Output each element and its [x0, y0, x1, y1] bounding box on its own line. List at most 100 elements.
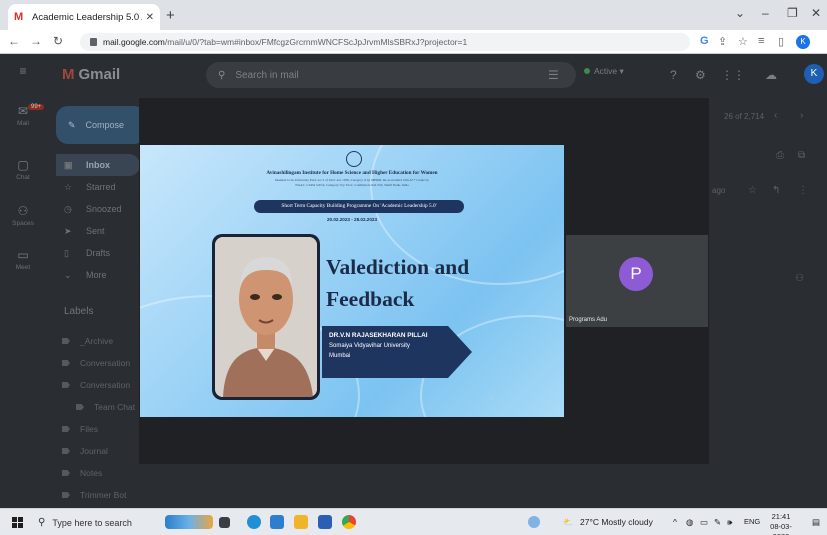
edge-browser-icon[interactable]	[247, 515, 261, 529]
prev-page-icon[interactable]: ‹	[774, 110, 777, 121]
mail-app-icon[interactable]	[270, 515, 284, 529]
network-icon[interactable]: ◍	[686, 517, 693, 528]
star-message-icon[interactable]: ☆	[748, 185, 757, 196]
new-tab-button[interactable]: +	[166, 7, 175, 24]
label-item[interactable]: Journal	[62, 440, 142, 462]
rail-meet-label: Meet	[15, 264, 31, 271]
slide-title-line1: Valediction and	[326, 255, 470, 279]
label-item[interactable]: Notes	[62, 462, 142, 484]
reply-icon[interactable]: ↰	[772, 185, 780, 196]
word-app-icon[interactable]	[318, 515, 332, 529]
more-options-icon[interactable]: ⋮	[798, 185, 808, 196]
slide-title-line2: Feedback	[326, 287, 415, 311]
side-panel-icon[interactable]: ▯	[778, 35, 784, 48]
unread-badge: 99+	[28, 104, 45, 110]
news-widget-icon[interactable]	[165, 515, 213, 529]
pen-icon[interactable]: ✎	[714, 517, 721, 528]
file-explorer-icon[interactable]	[294, 515, 308, 529]
draft-icon: ▯	[64, 247, 69, 258]
show-hidden-icons-icon[interactable]: ^	[673, 517, 677, 527]
url-path: /mail/u/0/?tab=wm#inbox/FMfcgzGrcrnmWNCF…	[164, 37, 468, 47]
pagination: 26 of 2,714	[724, 112, 765, 121]
task-view-icon[interactable]	[219, 517, 230, 528]
pencil-icon: ✎	[68, 119, 76, 130]
share-icon[interactable]: ⇪	[718, 35, 727, 48]
google-icon[interactable]: G	[700, 35, 709, 47]
tab-search-icon[interactable]: ⌄	[735, 6, 745, 20]
chrome-app-icon[interactable]	[342, 515, 356, 529]
nav-snoozed[interactable]: ◷ Snoozed	[56, 198, 140, 220]
status-dot-icon	[584, 68, 590, 74]
clock[interactable]: 21:41 08-03-2023	[763, 512, 799, 535]
apps-grid-icon[interactable]: ⋮⋮	[721, 68, 745, 82]
speaker-name: DR.V.N RAJASEKHARAN PILLAI	[329, 332, 428, 339]
bookmark-star-icon[interactable]: ☆	[738, 35, 748, 48]
nav-inbox[interactable]: ▣ Inbox	[56, 154, 140, 176]
compose-button[interactable]: ✎ Compose	[56, 106, 146, 144]
reload-icon[interactable]: ↻	[53, 34, 63, 48]
rail-meet[interactable]: ▭ Meet	[0, 248, 46, 271]
url-field[interactable]: mail.google.com /mail/u/0/?tab=wm#inbox/…	[80, 33, 690, 51]
nav-sent[interactable]: ➤ Sent	[56, 220, 140, 242]
label-item[interactable]: Conversation	[62, 374, 142, 396]
language-indicator[interactable]: ENG	[744, 517, 760, 526]
weather-text[interactable]: 27°C Mostly cloudy	[580, 517, 653, 527]
chrome-profile-avatar[interactable]: K	[796, 35, 810, 49]
battery-icon[interactable]: ▭	[700, 517, 708, 528]
copilot-icon[interactable]	[528, 516, 540, 528]
taskbar-search[interactable]: ⚲ Type here to search	[38, 512, 154, 533]
label-item[interactable]: Team Chat	[62, 396, 142, 418]
gmail-nav: ▣ Inbox ☆ Starred ◷ Snoozed ➤ Sent ▯ Drafts ⌄…	[56, 154, 140, 286]
search-icon: ⚲	[218, 69, 226, 81]
browser-tab[interactable]: M Academic Leadership 5.0 Attend ✕	[8, 4, 160, 30]
open-new-window-icon[interactable]: ⧉	[798, 150, 805, 161]
windows-start-icon[interactable]	[12, 517, 23, 528]
add-person-icon[interactable]: ⚇	[795, 273, 804, 284]
nav-more[interactable]: ⌄ More	[56, 264, 140, 286]
label-tag-icon	[62, 382, 70, 388]
volume-icon[interactable]: 🕪	[727, 517, 732, 528]
search-input[interactable]: ⚲ Search in mail	[206, 62, 576, 88]
weather-icon[interactable]: ⛅	[563, 517, 574, 528]
clock-date: 08-03-2023	[770, 522, 792, 535]
minimize-button[interactable]: –	[762, 6, 769, 20]
speaker-photo-frame	[212, 234, 320, 400]
settings-gear-icon[interactable]: ⚙	[695, 68, 706, 82]
label-tag-icon	[62, 360, 70, 366]
reading-list-icon[interactable]: ≡	[758, 35, 764, 47]
account-avatar[interactable]: K	[804, 64, 824, 84]
gmail-favicon-icon: M	[14, 11, 24, 23]
meet-icon: ▭	[17, 248, 29, 262]
institution-name: Avinashilingam Institute for Home Scienc…	[266, 170, 438, 176]
label-tag-icon	[62, 448, 70, 454]
label-item[interactable]: Files	[62, 418, 142, 440]
back-arrow-icon[interactable]: ←	[8, 34, 20, 48]
participant-tile[interactable]: P Programs Adu	[566, 235, 708, 327]
nav-drafts[interactable]: ▯ Drafts	[56, 242, 140, 264]
label-tag-icon	[62, 426, 70, 432]
restore-button[interactable]: ❐	[787, 6, 798, 20]
nav-starred[interactable]: ☆ Starred	[56, 176, 140, 198]
rail-chat-label: Chat	[16, 174, 30, 181]
close-window-button[interactable]: ✕	[811, 6, 821, 20]
rail-chat[interactable]: ▢ Chat	[0, 158, 46, 181]
programme-dates: 20.02.2023 - 28.02.2023	[326, 217, 378, 222]
time-ago: ago	[712, 186, 726, 195]
notifications-icon[interactable]: ▤	[812, 517, 820, 528]
gmail-logo[interactable]: M Gmail	[62, 66, 120, 83]
search-options-icon[interactable]: ☰	[548, 68, 559, 82]
print-icon[interactable]: ⎙	[776, 150, 784, 161]
label-item[interactable]: Conversation	[62, 352, 142, 374]
next-page-icon[interactable]: ›	[800, 110, 803, 121]
forward-arrow-icon[interactable]: →	[30, 34, 42, 48]
label-item[interactable]: Trimmer Bot	[62, 484, 142, 506]
close-tab-icon[interactable]: ✕	[146, 12, 154, 23]
rail-spaces[interactable]: ⚇ Spaces	[0, 204, 46, 227]
label-tag-icon	[62, 492, 70, 498]
help-icon[interactable]: ?	[670, 68, 677, 82]
main-menu-icon[interactable]: ≡	[0, 64, 46, 80]
cloud-icon[interactable]: ☁	[765, 68, 777, 82]
label-item[interactable]: _Archive	[62, 330, 142, 352]
active-status[interactable]: Active ▾	[584, 66, 624, 77]
windows-taskbar: ⚲ Type here to search ⛅ 27°C Mostly clou…	[0, 508, 827, 535]
